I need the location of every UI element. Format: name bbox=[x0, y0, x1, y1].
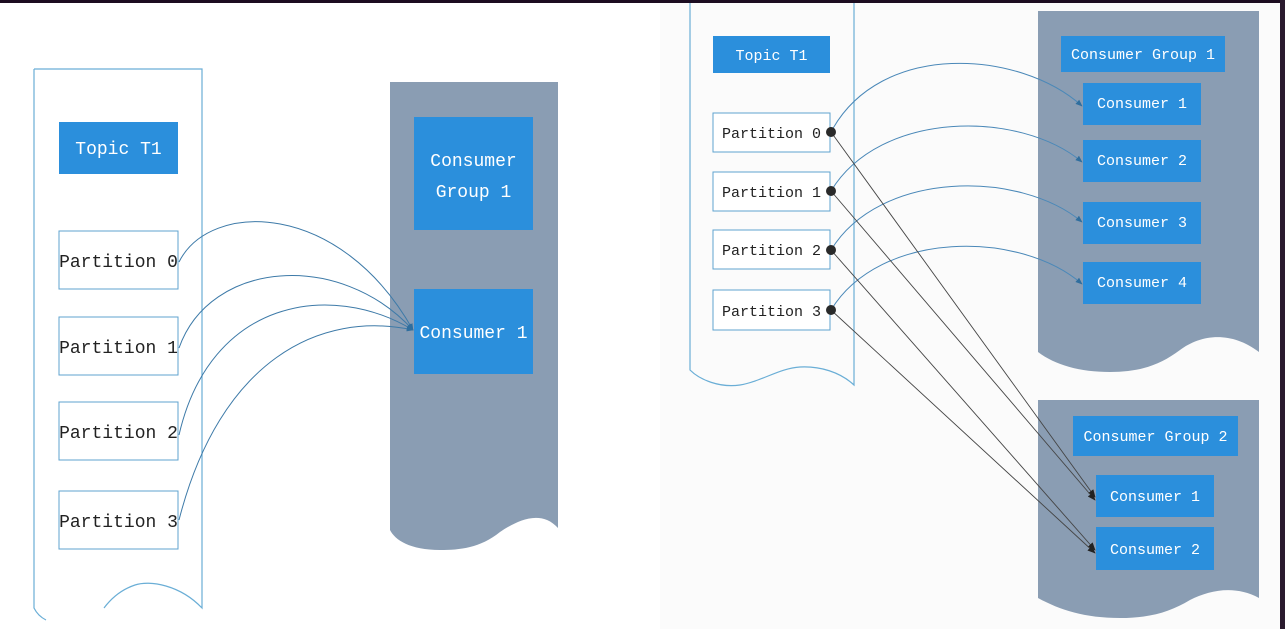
consumer-label: Consumer 2 bbox=[1097, 153, 1187, 170]
topic-label: Topic T1 bbox=[735, 48, 807, 65]
consumer-label: Consumer 4 bbox=[1097, 275, 1187, 292]
arrow-p3 bbox=[178, 325, 414, 521]
top-bar bbox=[0, 0, 1285, 3]
right-edge bbox=[1280, 0, 1285, 629]
connection-arrows bbox=[178, 221, 414, 521]
left-diagram: Topic T1 Partition 0 Partition 1 Partiti… bbox=[33, 68, 558, 621]
kafka-consumer-diagrams: Topic T1 Partition 0 Partition 1 Partiti… bbox=[0, 0, 1285, 629]
consumer-label: Consumer 3 bbox=[1097, 215, 1187, 232]
consumer-label: Consumer 2 bbox=[1110, 542, 1200, 559]
partition-label: Partition 1 bbox=[59, 339, 178, 359]
connection-dot bbox=[826, 245, 836, 255]
partition-label: Partition 3 bbox=[722, 304, 821, 321]
partition-label: Partition 2 bbox=[722, 243, 821, 260]
arrow-p2 bbox=[178, 304, 414, 436]
consumer-group-2-label: Consumer Group 2 bbox=[1083, 429, 1227, 446]
partition-label: Partition 2 bbox=[59, 424, 178, 444]
consumer-group-label-line1: Consumer bbox=[430, 152, 516, 172]
connection-dot bbox=[826, 305, 836, 315]
consumer-label: Consumer 1 bbox=[1097, 96, 1187, 113]
consumer-group-1-label: Consumer Group 1 bbox=[1071, 47, 1215, 64]
partition-list: Partition 0 Partition 1 Partition 2 Part… bbox=[58, 230, 179, 550]
consumer-group-box bbox=[414, 117, 533, 230]
consumer-label: Consumer 1 bbox=[1110, 489, 1200, 506]
connection-dot bbox=[826, 127, 836, 137]
partition-label: Partition 1 bbox=[722, 185, 821, 202]
connection-dot bbox=[826, 186, 836, 196]
topic-label: Topic T1 bbox=[75, 140, 161, 160]
arrow-p1 bbox=[178, 275, 414, 349]
partition-label: Partition 3 bbox=[59, 513, 178, 533]
partition-label: Partition 0 bbox=[59, 253, 178, 273]
partition-label: Partition 0 bbox=[722, 126, 821, 143]
consumer-group-label-line2: Group 1 bbox=[436, 183, 512, 203]
consumer-label: Consumer 1 bbox=[419, 324, 527, 344]
